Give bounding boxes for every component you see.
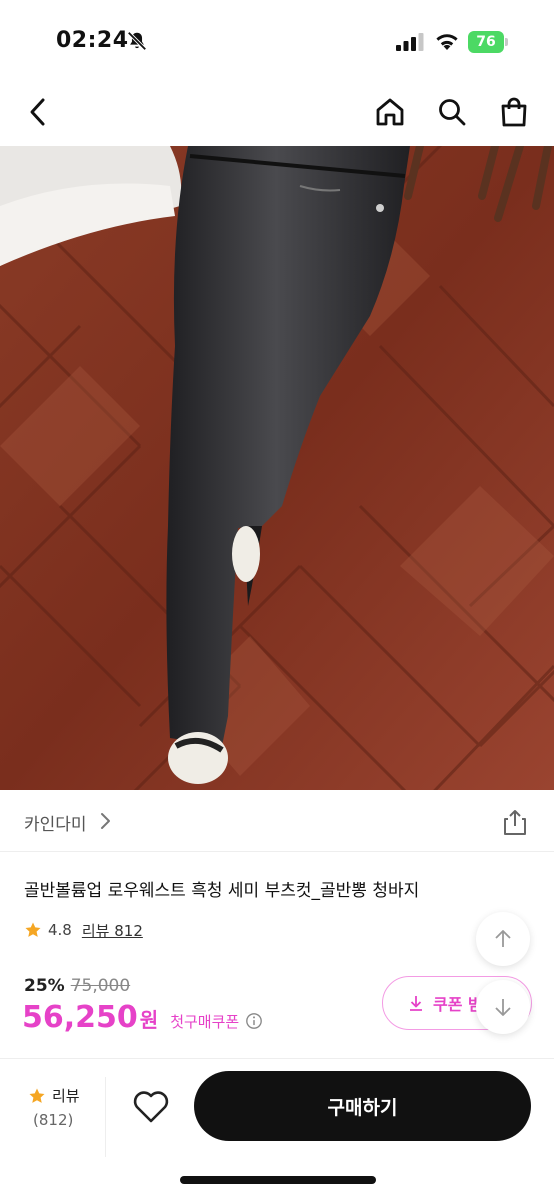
arrow-up-icon [495,930,511,947]
cart-button[interactable] [496,94,532,130]
first-coupon-label: 첫구매쿠폰 [170,1013,240,1031]
star-icon [25,922,41,937]
review-link[interactable]: 리뷰 812 [82,920,143,941]
original-price: 75,000 [70,976,131,996]
buy-button[interactable]: 구매하기 [194,1071,531,1141]
status-bar: 02:24 76 [0,0,554,80]
home-icon [376,98,404,126]
product-image[interactable] [0,146,554,790]
search-button[interactable] [434,94,470,130]
bottom-review-label: 리뷰 [52,1087,80,1105]
rating-row: 4.8 리뷰 812 [24,918,143,942]
star-icon [29,1088,45,1103]
rating-score: 4.8 [48,921,72,939]
home-indicator [180,1176,376,1184]
chevron-right-icon[interactable] [98,812,112,830]
shopping-bag-icon [501,97,527,127]
heart-icon[interactable] [132,1089,170,1125]
share-icon[interactable] [502,808,528,836]
top-nav [0,80,554,146]
discount-rate: 25% [24,976,65,996]
bell-off-icon [127,31,147,51]
scroll-down-button[interactable] [476,980,530,1034]
price-unit: 원 [139,1008,159,1032]
home-button[interactable] [372,94,408,130]
search-icon [439,99,466,126]
arrow-down-icon [495,999,511,1016]
bottom-review-count: (812) [33,1111,74,1129]
chevron-left-icon [30,98,45,126]
bottom-review-top: 리뷰 [28,1085,80,1106]
product-title: 골반볼륨업 로우웨스트 흑청 세미 부츠컷_골반뽕 청바지 [24,881,420,901]
status-time: 02:24 [56,28,129,53]
price-discount-row: 25% 75,000 [24,976,130,996]
download-icon [410,996,422,1011]
product-photo [0,146,554,790]
info-icon[interactable] [245,1012,263,1030]
battery-tip [505,38,508,46]
back-button[interactable] [20,94,56,130]
battery-indicator: 76 [468,31,508,53]
scroll-up-button[interactable] [476,912,530,966]
brand-name-link[interactable]: 카인다미 [24,810,87,835]
sale-price: 56,250 [22,1000,138,1035]
battery-level: 76 [476,34,496,50]
price-row: 56,250 원 첫구매쿠폰 [22,1000,263,1035]
bottom-review-button[interactable]: 리뷰 (812) [0,1077,106,1157]
cellular-signal-icon [396,33,424,51]
brand-row: 카인다미 [0,790,554,852]
wifi-icon [436,34,458,50]
